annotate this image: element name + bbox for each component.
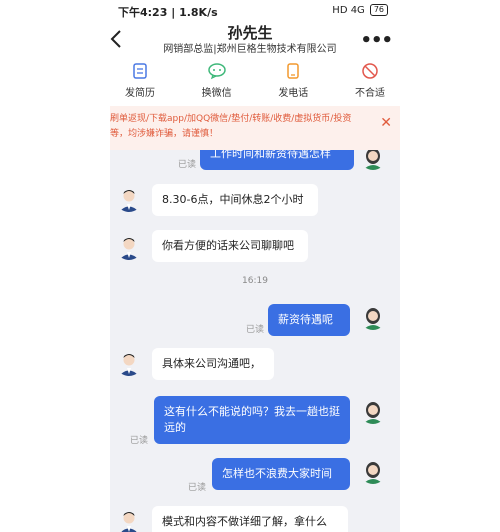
time-divider: 16:19 xyxy=(242,276,268,286)
read-status: 已读 xyxy=(178,160,197,170)
read-status: 已读 xyxy=(130,436,149,446)
chat-area[interactable]: 已读 工作时间和薪资待遇怎样 8.30-6点，中间休息2个小时 你看方便的话来公… xyxy=(110,150,400,532)
read-status: 已读 xyxy=(246,325,265,335)
recruiter-avatar xyxy=(360,398,386,424)
chat-header: 孙先生 网销部总监|郑州巨格生物技术有限公司 ••• xyxy=(0,22,500,58)
status-clock: 下午4:23 xyxy=(118,6,168,19)
block-icon xyxy=(362,63,378,79)
message-bubble-received[interactable]: 具体来公司沟通吧， xyxy=(152,348,274,380)
message-bubble-received[interactable]: 你看方便的话来公司聊聊吧 xyxy=(152,230,308,262)
message-bubble-sent[interactable]: 怎样也不浪费大家时间 xyxy=(212,458,350,490)
battery-icon: 76 xyxy=(369,4,388,16)
exchange-wechat-label: 换微信 xyxy=(201,88,232,99)
send-phone-button[interactable]: 发电话 xyxy=(263,60,323,102)
contact-avatar xyxy=(116,186,142,212)
status-icons: HD 4G 76 xyxy=(332,4,388,16)
recruiter-avatar xyxy=(360,458,386,484)
exchange-wechat-button[interactable]: 换微信 xyxy=(187,60,247,102)
contact-avatar xyxy=(116,508,142,532)
not-suitable-button[interactable]: 不合适 xyxy=(340,60,400,102)
status-bar: 下午4:23 | 1.8K/s HD 4G 76 xyxy=(0,0,500,22)
phone-icon xyxy=(287,63,300,79)
message-bubble-sent[interactable]: 薪资待遇呢 xyxy=(268,304,350,336)
message-bubble-sent[interactable]: 这有什么不能说的吗？我去一趟也挺远的 xyxy=(154,396,350,444)
back-arrow-icon[interactable] xyxy=(108,28,126,50)
resume-icon xyxy=(133,63,147,79)
send-phone-label: 发电话 xyxy=(278,88,309,99)
not-suitable-label: 不合适 xyxy=(354,88,385,99)
status-time: 下午4:23 | 1.8K/s xyxy=(118,6,218,19)
contact-avatar xyxy=(116,234,142,260)
fraud-warning-banner: 刷单返现/下载app/加QQ微信/垫付/转账/收费/虚拟货币/投资等，均涉嫌诈骗… xyxy=(110,106,400,150)
status-speed: 1.8K/s xyxy=(179,6,218,19)
contact-avatar xyxy=(116,350,142,376)
send-resume-button[interactable]: 发简历 xyxy=(110,60,170,102)
contact-company: 网销部总监|郑州巨格生物技术有限公司 xyxy=(163,44,337,55)
message-bubble-received[interactable]: 8.30-6点，中间休息2个小时 xyxy=(152,184,318,216)
send-resume-label: 发简历 xyxy=(125,88,155,99)
signal-label: HD 4G xyxy=(332,4,365,16)
message-bubble-sent[interactable]: 工作时间和薪资待遇怎样 xyxy=(200,150,354,170)
wechat-icon xyxy=(207,63,226,80)
more-options-icon[interactable]: ••• xyxy=(360,30,393,51)
action-bar: 发简历 换微信 发电话 不合适 xyxy=(110,60,400,102)
read-status: 已读 xyxy=(188,483,207,493)
warning-text: 刷单返现/下载app/加QQ微信/垫付/转账/收费/虚拟货币/投资等，均涉嫌诈骗… xyxy=(110,114,352,139)
close-icon[interactable]: ✕ xyxy=(380,115,392,131)
message-bubble-received[interactable]: 模式和内容不做详细了解，拿什么 xyxy=(152,506,348,532)
recruiter-avatar xyxy=(360,150,386,170)
recruiter-avatar xyxy=(360,304,386,330)
